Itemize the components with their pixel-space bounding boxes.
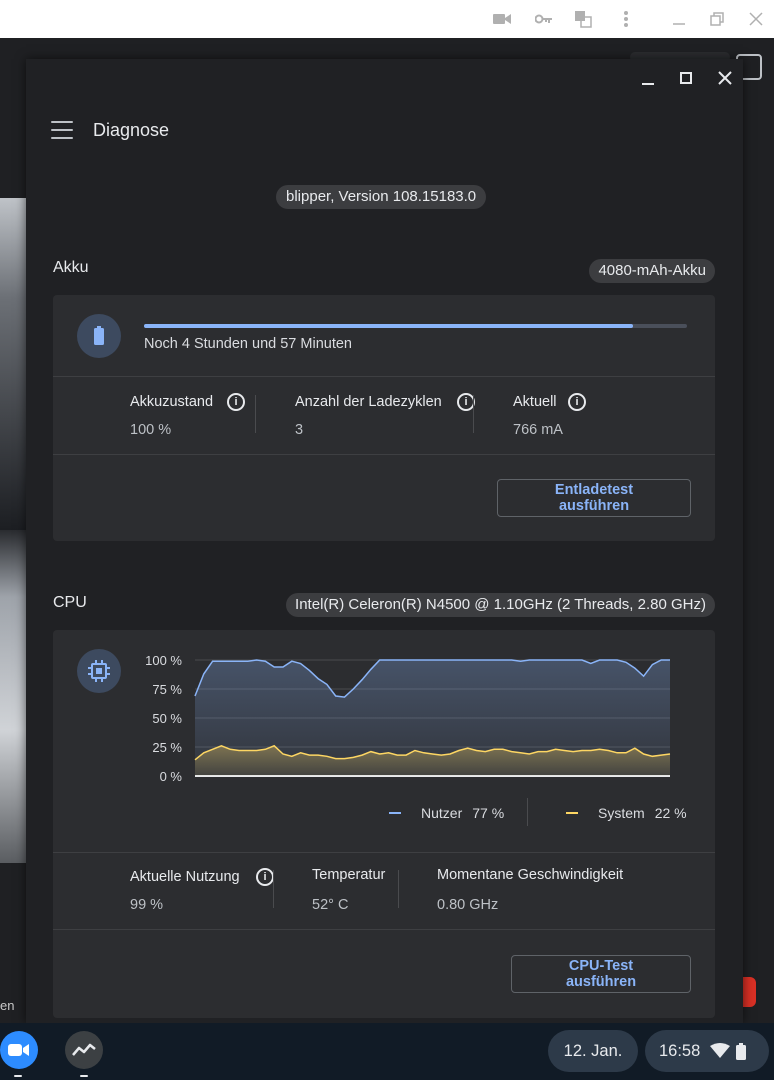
cpu-usage-chart: 100 % 75 % 50 % 25 % 0 % <box>145 653 671 784</box>
cpu-section-title: CPU <box>53 594 87 611</box>
cycle-count-label: Anzahl der Ladezyklen <box>295 394 442 410</box>
divider <box>398 870 399 908</box>
cpu-test-button[interactable]: CPU-Test ausführen <box>511 955 691 993</box>
page-title: Diagnose <box>93 120 170 140</box>
divider <box>53 929 715 930</box>
discharge-test-button[interactable]: Entladetest ausführen <box>497 479 691 517</box>
minimize-icon <box>642 83 654 85</box>
background-photo-dark <box>0 198 26 530</box>
more-vert-icon[interactable] <box>617 10 635 28</box>
camera-icon[interactable] <box>493 10 511 28</box>
date-tray[interactable]: 12. Jan. <box>548 1030 638 1072</box>
battery-icon <box>77 314 121 358</box>
y-tick-label: 0 % <box>160 769 183 784</box>
key-icon[interactable] <box>535 10 553 28</box>
y-tick-label: 75 % <box>152 682 182 697</box>
status-tray[interactable]: 16:58 <box>645 1030 769 1072</box>
browser-close-icon[interactable] <box>747 10 765 28</box>
cpu-card: 100 % 75 % 50 % 25 % 0 % Nutzer 77 % System … <box>53 630 715 1018</box>
battery-capacity-badge: 4080-mAh-Akku <box>589 259 715 283</box>
temperature-label: Temperatur <box>312 867 386 883</box>
info-icon[interactable]: i <box>227 393 245 411</box>
temperature-value: 52° C <box>312 897 349 913</box>
browser-restore-icon[interactable] <box>708 10 726 28</box>
current-label: Aktuell <box>513 394 557 410</box>
battery-remaining-time: Noch 4 Stunden und 57 Minuten <box>144 336 352 352</box>
divider <box>527 798 528 826</box>
current-usage-label: Aktuelle Nutzung <box>130 869 240 885</box>
cpu-model-badge: Intel(R) Celeron(R) N4500 @ 1.10GHz (2 T… <box>286 593 715 617</box>
speed-label: Momentane Geschwindigkeit <box>437 867 624 883</box>
divider <box>473 395 474 433</box>
legend-system-name: System <box>598 805 645 821</box>
shelf: 12. Jan. 16:58 <box>0 1023 774 1080</box>
close-button[interactable] <box>711 67 739 89</box>
battery-charge-bar <box>144 324 687 328</box>
legend-user-name: Nutzer <box>421 805 463 821</box>
legend-system: System 22 % <box>566 805 687 821</box>
current-value: 766 mA <box>513 422 563 438</box>
divider <box>255 395 256 433</box>
close-icon <box>718 71 732 85</box>
y-tick-label: 25 % <box>152 740 182 755</box>
divider <box>273 870 274 908</box>
y-tick-label: 50 % <box>152 711 182 726</box>
legend-user: Nutzer 77 % <box>389 805 504 821</box>
maximize-icon <box>680 72 692 84</box>
divider <box>53 454 715 455</box>
battery-charge-fill <box>144 324 633 328</box>
legend-user-swatch <box>389 812 401 814</box>
maximize-button[interactable] <box>672 67 700 89</box>
translate-icon[interactable] <box>574 10 592 28</box>
divider <box>53 376 715 377</box>
info-icon[interactable]: i <box>568 393 586 411</box>
y-tick-label: 100 % <box>145 653 182 668</box>
battery-health-value: 100 % <box>130 422 172 438</box>
diagnostics-app-icon[interactable] <box>65 1031 103 1069</box>
legend-system-value: 22 % <box>654 805 687 821</box>
background-partial-text: en <box>0 998 15 1013</box>
cycle-count-value: 3 <box>295 422 304 438</box>
speed-value: 0.80 GHz <box>437 897 499 913</box>
diagnostics-window: Diagnose blipper, Version 108.15183.0 Ak… <box>26 59 743 1023</box>
battery-status-icon <box>736 1042 747 1060</box>
clock: 16:58 <box>659 1041 701 1060</box>
browser-toolbar <box>0 0 774 38</box>
zoom-app-icon[interactable] <box>0 1031 38 1069</box>
battery-card: Noch 4 Stunden und 57 Minuten Akkuzustan… <box>53 295 715 541</box>
battery-section-title: Akku <box>53 259 89 276</box>
menu-button[interactable] <box>51 121 73 139</box>
legend-system-swatch <box>566 812 578 814</box>
info-icon[interactable]: i <box>256 868 274 886</box>
browser-minimize-icon[interactable] <box>670 10 688 28</box>
app-active-indicator <box>80 1075 88 1077</box>
app-running-indicator <box>14 1075 22 1077</box>
divider <box>53 852 715 853</box>
battery-health-label: Akkuzustand <box>130 394 214 410</box>
minimize-button[interactable] <box>634 67 662 89</box>
version-badge: blipper, Version 108.15183.0 <box>276 185 487 209</box>
legend-user-value: 77 % <box>472 805 505 821</box>
date-label: 12. Jan. <box>563 1041 623 1060</box>
current-usage-value: 99 % <box>130 897 164 913</box>
wifi-icon <box>710 1043 731 1058</box>
